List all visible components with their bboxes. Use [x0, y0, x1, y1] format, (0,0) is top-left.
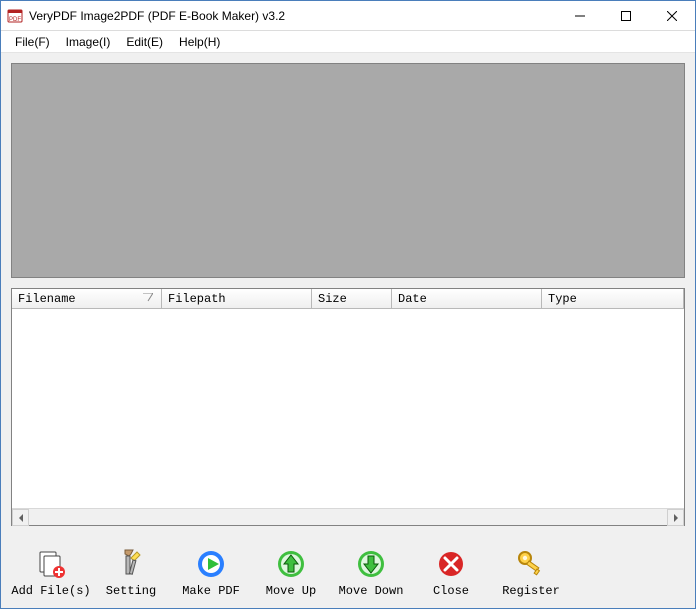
client-area: Filename Filepath Size Date Type — [1, 53, 695, 536]
listview-header: Filename Filepath Size Date Type — [12, 289, 684, 309]
column-label: Filepath — [168, 292, 226, 306]
scroll-right-button[interactable] — [667, 509, 684, 526]
toolbar-label: Setting — [106, 584, 156, 598]
close-button[interactable] — [649, 1, 695, 30]
menu-image[interactable]: Image(I) — [58, 33, 119, 51]
maximize-button[interactable] — [603, 1, 649, 30]
add-files-icon — [35, 548, 67, 580]
column-date[interactable]: Date — [392, 289, 542, 308]
toolbar: Add File(s) Setting Make PDF Move Up Mov — [1, 536, 695, 608]
make-pdf-button[interactable]: Make PDF — [171, 543, 251, 603]
file-listview[interactable]: Filename Filepath Size Date Type — [11, 288, 685, 526]
setting-icon — [115, 548, 147, 580]
scroll-left-button[interactable] — [12, 509, 29, 526]
move-down-icon — [355, 548, 387, 580]
column-label: Filename — [18, 292, 76, 306]
make-pdf-icon — [195, 548, 227, 580]
scrollbar-track[interactable] — [29, 509, 667, 525]
horizontal-scrollbar[interactable] — [12, 508, 684, 525]
window-controls — [557, 1, 695, 30]
column-filepath[interactable]: Filepath — [162, 289, 312, 308]
chevron-right-icon — [674, 514, 678, 522]
toolbar-label: Close — [433, 584, 469, 598]
close-app-button[interactable]: Close — [411, 543, 491, 603]
sort-indicator-icon — [143, 293, 153, 307]
minimize-button[interactable] — [557, 1, 603, 30]
column-type[interactable]: Type — [542, 289, 684, 308]
column-size[interactable]: Size — [312, 289, 392, 308]
toolbar-label: Register — [502, 584, 560, 598]
column-filename[interactable]: Filename — [12, 289, 162, 308]
close-circle-icon — [435, 548, 467, 580]
toolbar-label: Move Up — [266, 584, 316, 598]
add-files-button[interactable]: Add File(s) — [11, 543, 91, 603]
setting-button[interactable]: Setting — [91, 543, 171, 603]
move-up-button[interactable]: Move Up — [251, 543, 331, 603]
listview-body[interactable] — [12, 309, 684, 508]
toolbar-label: Add File(s) — [11, 584, 90, 598]
svg-text:PDF: PDF — [9, 17, 21, 23]
application-window: PDF VeryPDF Image2PDF (PDF E-Book Maker)… — [0, 0, 696, 609]
register-key-icon — [515, 548, 547, 580]
preview-pane — [11, 63, 685, 278]
menu-help[interactable]: Help(H) — [171, 33, 228, 51]
toolbar-label: Move Down — [339, 584, 404, 598]
column-label: Type — [548, 292, 577, 306]
menu-edit[interactable]: Edit(E) — [118, 33, 171, 51]
column-label: Date — [398, 292, 427, 306]
move-down-button[interactable]: Move Down — [331, 543, 411, 603]
register-button[interactable]: Register — [491, 543, 571, 603]
chevron-left-icon — [19, 514, 23, 522]
column-label: Size — [318, 292, 347, 306]
menubar: File(F) Image(I) Edit(E) Help(H) — [1, 31, 695, 53]
window-title: VeryPDF Image2PDF (PDF E-Book Maker) v3.… — [29, 9, 557, 23]
titlebar: PDF VeryPDF Image2PDF (PDF E-Book Maker)… — [1, 1, 695, 31]
toolbar-label: Make PDF — [182, 584, 240, 598]
menu-file[interactable]: File(F) — [7, 33, 58, 51]
move-up-icon — [275, 548, 307, 580]
app-icon: PDF — [7, 8, 23, 24]
